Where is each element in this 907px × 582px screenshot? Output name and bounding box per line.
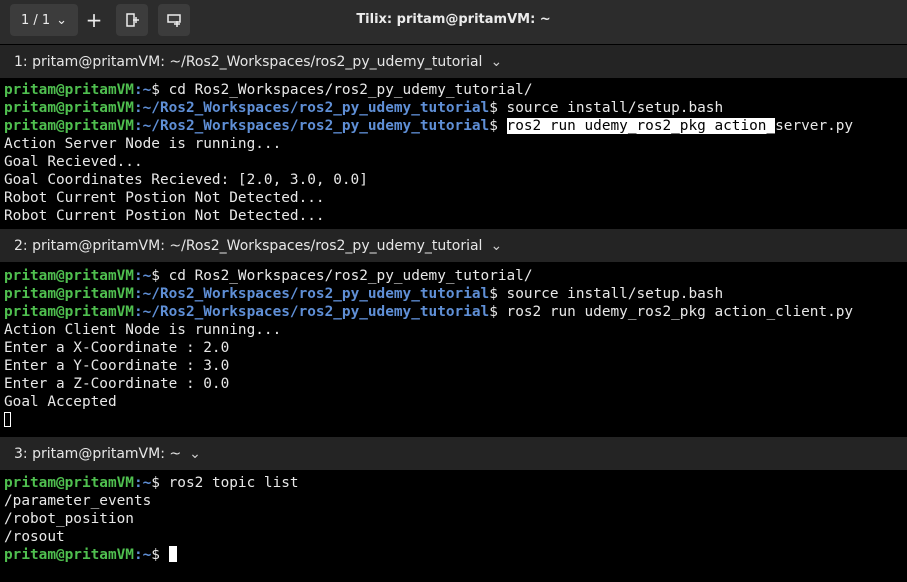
pane-title: 3: pritam@pritamVM: ~ (14, 445, 182, 462)
output-text: Enter a Y-Coordinate : 3.0 (4, 358, 230, 374)
prompt-user: pritam@pritamVM (4, 100, 134, 116)
output-text: /rosout (4, 529, 65, 545)
prompt-path: :~/Ros2_Workspaces/ros2_py_udemy_tutoria… (133, 100, 490, 116)
output-text: Enter a Z-Coordinate : 0.0 (4, 376, 230, 392)
output-text: /robot_position (4, 511, 134, 527)
pane-header-3[interactable]: 3: pritam@pritamVM: ~ ⌄ (0, 437, 907, 470)
terminal-line: Enter a Y-Coordinate : 3.0 (4, 357, 907, 375)
output-text: Enter a X-Coordinate : 2.0 (4, 340, 230, 356)
command-text: $ source install/setup.bash (489, 100, 724, 116)
prompt-user: pritam@pritamVM (4, 286, 134, 302)
output-text: Robot Current Postion Not Detected... (4, 208, 325, 224)
terminal-cursor (4, 412, 11, 427)
terminal-line: /parameter_events (4, 492, 907, 510)
prompt-path: :~/Ros2_Workspaces/ros2_py_udemy_tutoria… (133, 118, 490, 134)
prompt-path: :~ (133, 547, 152, 563)
command-text: $ cd Ros2_Workspaces/ros2_py_udemy_tutor… (151, 268, 533, 284)
selected-text: ros2 run udemy_ros2_pkg action_ (506, 118, 776, 134)
prompt-path: :~ (133, 82, 152, 98)
prompt-path: :~/Ros2_Workspaces/ros2_py_udemy_tutoria… (133, 304, 490, 320)
output-text: Action Server Node is running... (4, 136, 282, 152)
terminal-line: Goal Accepted (4, 393, 907, 411)
command-text: $ ros2 run udemy_ros2_pkg action_client.… (489, 304, 854, 320)
terminal-line: pritam@pritamVM:~/Ros2_Workspaces/ros2_p… (4, 303, 907, 321)
output-text: Goal Coordinates Recieved: [2.0, 3.0, 0.… (4, 172, 368, 188)
window-title: Tilix: pritam@pritamVM: ~ (356, 12, 551, 27)
terminal-line: Action Server Node is running... (4, 135, 907, 153)
pane-header-1[interactable]: 1: pritam@pritamVM: ~/Ros2_Workspaces/ro… (0, 45, 907, 78)
terminal-line: Goal Coordinates Recieved: [2.0, 3.0, 0.… (4, 171, 907, 189)
prompt-path: :~ (133, 268, 152, 284)
prompt-user: pritam@pritamVM (4, 82, 134, 98)
terminal-line: pritam@pritamVM:~/Ros2_Workspaces/ros2_p… (4, 117, 907, 135)
prompt-user: pritam@pritamVM (4, 547, 134, 563)
terminal-cursor (168, 546, 177, 562)
terminal-line: pritam@pritamVM:~$ ros2 topic list (4, 474, 907, 492)
prompt-user: pritam@pritamVM (4, 304, 134, 320)
output-text: Robot Current Postion Not Detected... (4, 190, 325, 206)
chevron-down-icon[interactable]: ⌄ (189, 446, 201, 462)
terminal-line: Robot Current Postion Not Detected... (4, 189, 907, 207)
command-text: $ ros2 topic list (151, 475, 299, 491)
terminal-line: Robot Current Postion Not Detected... (4, 207, 907, 225)
prompt-user: pritam@pritamVM (4, 268, 134, 284)
title-bar: 1 / 1 ⌄ + Tilix: pritam@pritamVM: ~ (0, 0, 907, 44)
prompt-user: pritam@pritamVM (4, 118, 134, 134)
terminal-line: Enter a X-Coordinate : 2.0 (4, 339, 907, 357)
output-text: Goal Recieved... (4, 154, 143, 170)
prompt-path: :~ (133, 475, 152, 491)
output-text: Goal Accepted (4, 394, 117, 410)
terminal-line: pritam@pritamVM:~/Ros2_Workspaces/ros2_p… (4, 99, 907, 117)
terminal-pane-2[interactable]: pritam@pritamVM:~$ cd Ros2_Workspaces/ro… (0, 267, 907, 435)
chevron-down-icon[interactable]: ⌄ (490, 54, 502, 70)
output-text: Action Client Node is running... (4, 322, 282, 338)
chevron-down-icon[interactable]: ⌄ (490, 238, 502, 254)
prompt-path: :~/Ros2_Workspaces/ros2_py_udemy_tutoria… (133, 286, 490, 302)
terminal-line: pritam@pritamVM:~/Ros2_Workspaces/ros2_p… (4, 285, 907, 303)
terminal-line: Action Client Node is running... (4, 321, 907, 339)
terminal-pane-1[interactable]: pritam@pritamVM:~$ cd Ros2_Workspaces/ro… (0, 81, 907, 227)
pane-title: 2: pritam@pritamVM: ~/Ros2_Workspaces/ro… (14, 237, 483, 254)
terminal-line (4, 411, 907, 429)
command-text: $ (151, 547, 169, 563)
pane-title: 1: pritam@pritamVM: ~/Ros2_Workspaces/ro… (14, 53, 483, 70)
terminal-pane-3[interactable]: pritam@pritamVM:~$ ros2 topic list/param… (0, 474, 907, 582)
terminal-line: Enter a Z-Coordinate : 0.0 (4, 375, 907, 393)
command-text: $ (489, 118, 507, 134)
output-text: /parameter_events (4, 493, 152, 509)
command-text: server.py (775, 118, 854, 134)
terminal-line: pritam@pritamVM:~$ (4, 546, 907, 564)
terminal-line: /robot_position (4, 510, 907, 528)
terminal-line: /rosout (4, 528, 907, 546)
command-text: $ source install/setup.bash (489, 286, 724, 302)
terminal-line: Goal Recieved... (4, 153, 907, 171)
terminal-line: pritam@pritamVM:~$ cd Ros2_Workspaces/ro… (4, 81, 907, 99)
prompt-user: pritam@pritamVM (4, 475, 134, 491)
command-text: $ cd Ros2_Workspaces/ros2_py_udemy_tutor… (151, 82, 533, 98)
pane-header-2[interactable]: 2: pritam@pritamVM: ~/Ros2_Workspaces/ro… (0, 229, 907, 262)
terminal-line: pritam@pritamVM:~$ cd Ros2_Workspaces/ro… (4, 267, 907, 285)
